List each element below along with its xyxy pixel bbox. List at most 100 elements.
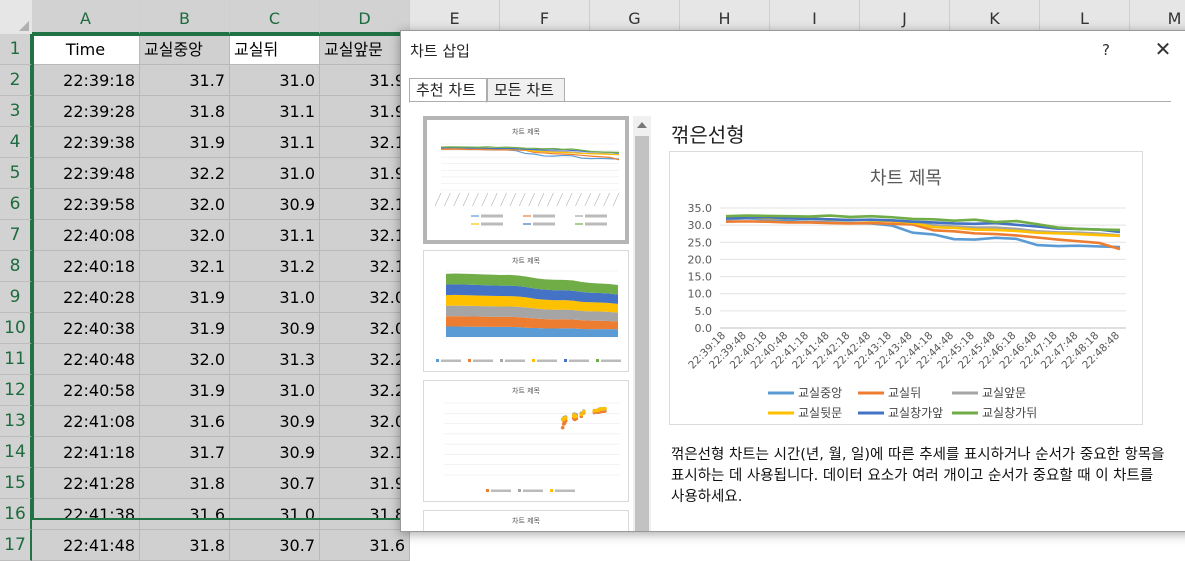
header-cell[interactable]: 교실중앙 xyxy=(140,34,230,65)
row-header[interactable]: 3 xyxy=(0,96,32,127)
data-cell[interactable]: 32.0 xyxy=(320,282,410,313)
close-button[interactable]: ✕ xyxy=(1154,39,1172,59)
data-cell[interactable]: 30.7 xyxy=(230,530,320,561)
data-cell[interactable]: 32.2 xyxy=(140,158,230,189)
data-cell[interactable]: 31.9 xyxy=(140,313,230,344)
data-cell[interactable]: 31.6 xyxy=(140,406,230,437)
data-cell[interactable]: 32.2 xyxy=(320,344,410,375)
select-all-corner[interactable] xyxy=(0,0,33,34)
data-cell[interactable]: 31.1 xyxy=(230,127,320,158)
data-cell[interactable]: 31.0 xyxy=(230,499,320,530)
column-header-c[interactable]: C xyxy=(230,0,320,34)
data-cell[interactable]: 31.0 xyxy=(230,282,320,313)
scroll-up-arrow-icon[interactable] xyxy=(637,122,647,128)
row-header[interactable]: 10 xyxy=(0,313,32,344)
data-cell[interactable]: 32.0 xyxy=(140,220,230,251)
data-cell[interactable]: 30.7 xyxy=(230,468,320,499)
data-cell[interactable]: 31.9 xyxy=(320,96,410,127)
data-cell[interactable]: 22:40:58 xyxy=(32,375,140,406)
row-header[interactable]: 11 xyxy=(0,344,32,375)
data-cell[interactable]: 31.9 xyxy=(320,158,410,189)
data-cell[interactable]: 31.1 xyxy=(230,96,320,127)
row-header[interactable]: 8 xyxy=(0,251,32,282)
data-cell[interactable]: 32.0 xyxy=(140,189,230,220)
data-cell[interactable]: 30.9 xyxy=(230,406,320,437)
data-cell[interactable]: 31.9 xyxy=(140,375,230,406)
thumbnail-next-chart[interactable]: 차트 제목 xyxy=(423,510,629,531)
column-header-j[interactable]: J xyxy=(860,0,950,34)
column-header-f[interactable]: F xyxy=(500,0,590,34)
thumbnail-line-chart[interactable]: 차트 제목 xyxy=(423,116,629,244)
data-cell[interactable]: 31.8 xyxy=(140,530,230,561)
data-cell[interactable]: 22:41:28 xyxy=(32,468,140,499)
data-cell[interactable]: 31.6 xyxy=(320,530,410,561)
data-cell[interactable]: 31.8 xyxy=(140,96,230,127)
data-cell[interactable]: 32.0 xyxy=(320,313,410,344)
data-cell[interactable]: 30.9 xyxy=(230,189,320,220)
data-cell[interactable]: 22:41:08 xyxy=(32,406,140,437)
row-header[interactable]: 16 xyxy=(0,499,32,530)
data-cell[interactable]: 32.1 xyxy=(320,127,410,158)
data-cell[interactable]: 31.0 xyxy=(230,375,320,406)
row-header[interactable]: 4 xyxy=(0,127,32,158)
data-cell[interactable]: 22:41:38 xyxy=(32,499,140,530)
thumbnail-scrollbar[interactable] xyxy=(633,116,651,531)
data-cell[interactable]: 32.1 xyxy=(140,251,230,282)
data-cell[interactable]: 22:39:38 xyxy=(32,127,140,158)
row-header[interactable]: 6 xyxy=(0,189,32,220)
row-header[interactable]: 9 xyxy=(0,282,32,313)
column-header-h[interactable]: H xyxy=(680,0,770,34)
row-header[interactable]: 7 xyxy=(0,220,32,251)
data-cell[interactable]: 31.9 xyxy=(140,282,230,313)
column-header-d[interactable]: D xyxy=(320,0,410,34)
data-cell[interactable]: 32.0 xyxy=(140,344,230,375)
data-cell[interactable]: 30.9 xyxy=(230,437,320,468)
thumbnail-stacked-area-chart[interactable]: 차트 제목 xyxy=(423,250,629,372)
data-cell[interactable]: 32.2 xyxy=(320,375,410,406)
row-header[interactable]: 1 xyxy=(0,34,32,65)
tab-all-charts[interactable]: 모든 차트 xyxy=(487,78,565,102)
data-cell[interactable]: 31.8 xyxy=(140,468,230,499)
data-cell[interactable]: 30.9 xyxy=(230,313,320,344)
data-cell[interactable]: 22:40:08 xyxy=(32,220,140,251)
row-header[interactable]: 12 xyxy=(0,375,32,406)
row-header[interactable]: 2 xyxy=(0,65,32,96)
data-cell[interactable]: 31.0 xyxy=(230,65,320,96)
column-header-l[interactable]: L xyxy=(1040,0,1130,34)
data-cell[interactable]: 31.6 xyxy=(140,499,230,530)
data-cell[interactable]: 31.8 xyxy=(320,499,410,530)
data-cell[interactable]: 22:40:18 xyxy=(32,251,140,282)
row-header[interactable]: 17 xyxy=(0,530,32,561)
data-cell[interactable]: 31.9 xyxy=(320,468,410,499)
column-header-g[interactable]: G xyxy=(590,0,680,34)
column-header-k[interactable]: K xyxy=(950,0,1040,34)
row-header[interactable]: 15 xyxy=(0,468,32,499)
data-cell[interactable]: 22:40:38 xyxy=(32,313,140,344)
column-header-e[interactable]: E xyxy=(410,0,500,34)
header-cell[interactable]: Time xyxy=(32,34,140,65)
row-header[interactable]: 5 xyxy=(0,158,32,189)
data-cell[interactable]: 31.0 xyxy=(230,158,320,189)
data-cell[interactable]: 22:40:28 xyxy=(32,282,140,313)
data-cell[interactable]: 32.1 xyxy=(320,251,410,282)
tab-recommended-charts[interactable]: 추천 차트 xyxy=(409,78,487,103)
data-cell[interactable]: 31.9 xyxy=(320,65,410,96)
data-cell[interactable]: 31.2 xyxy=(230,251,320,282)
row-header[interactable]: 13 xyxy=(0,406,32,437)
column-header-b[interactable]: B xyxy=(140,0,230,34)
data-cell[interactable]: 32.1 xyxy=(320,189,410,220)
data-cell[interactable]: 31.7 xyxy=(140,437,230,468)
scrollbar-thumb[interactable] xyxy=(635,136,649,531)
data-cell[interactable]: 32.1 xyxy=(320,437,410,468)
data-cell[interactable]: 31.9 xyxy=(140,127,230,158)
data-cell[interactable]: 22:39:18 xyxy=(32,65,140,96)
column-header-i[interactable]: I xyxy=(770,0,860,34)
data-cell[interactable]: 31.3 xyxy=(230,344,320,375)
data-cell[interactable]: 31.1 xyxy=(230,220,320,251)
column-header-m[interactable]: M xyxy=(1130,0,1185,34)
data-cell[interactable]: 31.7 xyxy=(140,65,230,96)
thumbnail-scatter-chart[interactable]: 차트 제목 xyxy=(423,380,629,502)
data-cell[interactable]: 22:41:18 xyxy=(32,437,140,468)
data-cell[interactable]: 22:40:48 xyxy=(32,344,140,375)
data-cell[interactable]: 22:39:48 xyxy=(32,158,140,189)
